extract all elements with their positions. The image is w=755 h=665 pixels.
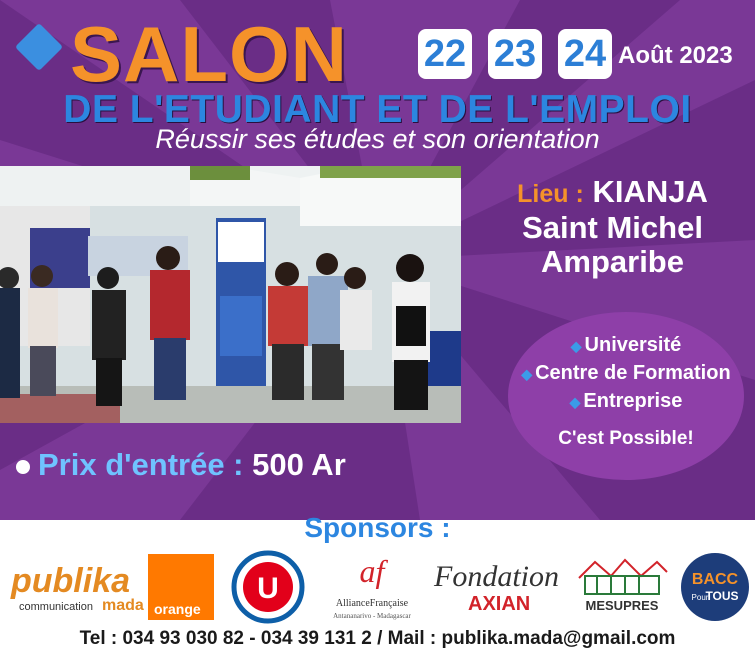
bullet-icon [16,459,30,474]
location-venue: KIANJA [592,174,708,209]
svg-text:Fondation: Fondation [433,560,559,593]
diamond-bullet-icon: ◆ [569,394,581,410]
bacc-pour-tous-logo: BACC Pour TOUS [681,553,749,621]
date-day-3: 24 [558,29,612,79]
option-item: ◆ Université [570,334,682,356]
event-photo [0,166,461,423]
entry-price: Prix d'entrée : 500 Ar [16,447,346,483]
sponsors-title: Sponsors : [304,512,451,543]
date-day-1: 22 [418,29,472,79]
svg-text:BACC: BACC [692,571,739,588]
svg-text:af: af [360,553,389,589]
svg-text:U: U [257,572,279,605]
svg-text:mada: mada [102,597,144,614]
event-photo-illustration [0,166,461,423]
svg-text:orange: orange [154,601,201,617]
price-value: 500 Ar [252,447,346,482]
contact-footer: Tel : 034 93 030 82 - 034 39 131 2 / Mai… [79,628,676,649]
salon-title: SALON [70,10,348,98]
location-block: Lieu : KIANJA Saint Michel Amparibe [470,175,755,279]
possible-tagline: C'est Possible! [558,428,694,449]
date-month: Août 2023 [618,42,733,69]
mesupres-logo: MESUPRES [578,558,668,613]
svg-text:publika: publika [10,562,130,600]
event-tagline: Réussir ses études et son orientation [155,124,600,154]
sponsor-logos: publika communication mada orange U af A… [0,548,755,626]
location-line-3: Amparibe [541,244,684,279]
option-item: ◆ Centre de Formation [521,362,731,384]
svg-text:AXIAN: AXIAN [468,593,530,615]
event-poster: SALON 22 23 24 Août 2023 DE L'ETUDIANT E… [0,0,755,665]
u-logo: U [231,550,305,624]
svg-text:MESUPRES: MESUPRES [586,598,659,613]
diamond-bullet-icon: ◆ [570,338,582,354]
price-label: Prix d'entrée : [38,447,244,482]
option-item: ◆ Entreprise [569,390,683,412]
svg-text:Antananarivo - Madagascar: Antananarivo - Madagascar [333,612,411,620]
svg-text:TOUS: TOUS [705,589,738,603]
publika-logo: publika communication mada [10,562,144,614]
orange-logo: orange [148,554,214,620]
options-list: ◆ Université ◆ Centre de Formation ◆ Entrep… [497,332,755,416]
fondation-axian-logo: Fondation AXIAN [433,560,559,615]
svg-text:communication: communication [19,601,93,613]
svg-text:AllianceFrançaise: AllianceFrançaise [336,598,409,609]
alliance-francaise-logo: af AllianceFrançaise Antananarivo - Mada… [333,553,411,620]
location-line-1: Lieu : KIANJA [470,175,755,211]
location-label: Lieu : [517,180,584,208]
date-day-2: 23 [488,29,542,79]
location-line-2: Saint Michel [522,210,703,245]
diamond-bullet-icon: ◆ [521,366,533,382]
